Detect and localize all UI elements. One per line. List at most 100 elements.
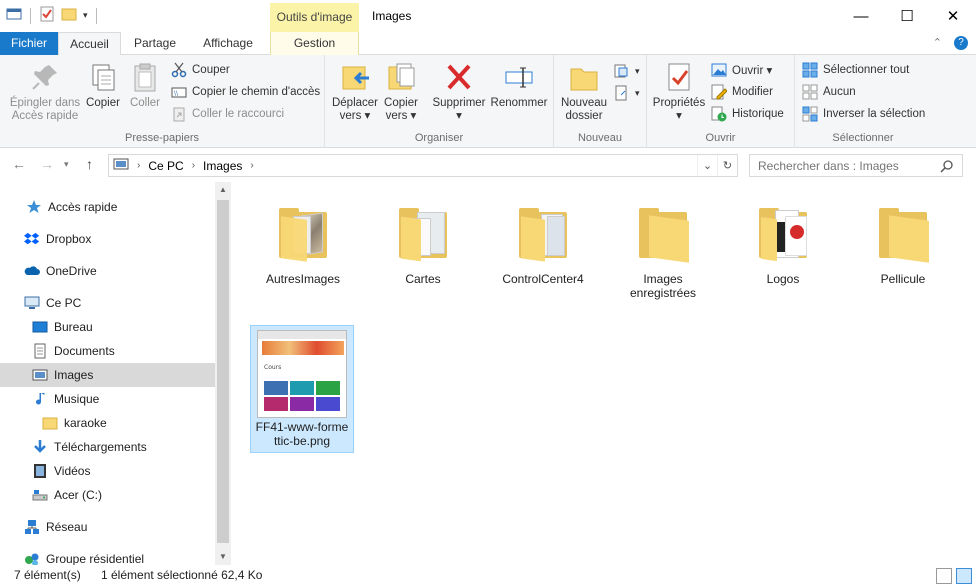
nav-item-videos[interactable]: Vidéos [0, 459, 215, 483]
nav-item-downloads[interactable]: Téléchargements [0, 435, 215, 459]
refresh-icon[interactable]: ↻ [717, 155, 737, 176]
scrollbar-thumb[interactable] [217, 200, 229, 543]
delete-button[interactable]: Supprimer ▾ [429, 61, 489, 123]
large-icons-view-icon[interactable] [956, 568, 972, 584]
file-ff41-png[interactable]: Cours FF41-www-forme ttic-be.png [250, 325, 354, 453]
rename-icon [503, 61, 535, 93]
computer-icon [24, 295, 40, 311]
tab-view[interactable]: Affichage [194, 32, 262, 55]
nav-item-pictures[interactable]: Images [0, 363, 215, 387]
navigation-pane: Accès rapide Dropbox OneDrive Ce PC Bure… [0, 182, 231, 565]
collapse-ribbon-icon[interactable]: ⌃ [933, 36, 942, 50]
properties-qat-icon[interactable] [39, 6, 55, 25]
folder-cartes[interactable]: Cartes [371, 202, 475, 286]
rename-button[interactable]: Renommer [489, 61, 549, 110]
folder-controlcenter4[interactable]: ControlCenter4 [491, 202, 595, 286]
window-icon[interactable] [6, 6, 22, 25]
easy-access-dropdown-icon: ▾ [635, 87, 640, 98]
copy-path-icon: \\ [171, 84, 187, 100]
title-bar: ▾ Outils d'image Images — ☐ ✕ [0, 0, 976, 32]
navigation-pane-scrollbar[interactable]: ▲ ▼ [215, 182, 231, 565]
qat-dropdown-icon[interactable]: ▾ [83, 10, 88, 21]
new-item-icon [614, 63, 630, 79]
paste-button[interactable]: Coller [126, 61, 164, 110]
group-label-clipboard: Presse-papiers [125, 132, 199, 144]
select-all-button[interactable]: Sélectionner tout [802, 60, 909, 80]
scroll-down-icon[interactable]: ▼ [215, 549, 231, 565]
folder-autresimages[interactable]: AutresImages [251, 202, 355, 286]
copy-to-button[interactable]: Copier vers ▾ [379, 61, 423, 123]
nav-item-drive-c[interactable]: Acer (C:) [0, 483, 215, 507]
documents-icon [32, 343, 48, 359]
status-bar: 7 élément(s) 1 élément sélectionné 62,4 … [0, 565, 976, 587]
copy-button[interactable]: Copier [84, 61, 122, 110]
back-arrow-icon[interactable]: ← [12, 156, 26, 172]
invert-selection-icon [802, 106, 818, 122]
open-image-icon [711, 62, 727, 78]
nav-item-karaoke[interactable]: karaoke [0, 411, 215, 435]
tab-manage[interactable]: Gestion [270, 32, 359, 55]
file-name: ControlCenter4 [502, 272, 584, 286]
tab-file[interactable]: Fichier [0, 32, 58, 55]
breadcrumb-images[interactable]: Images [203, 159, 242, 173]
easy-access-button[interactable]: ▾ [614, 83, 640, 103]
minimize-button[interactable]: — [838, 0, 884, 32]
context-tab-header: Outils d'image [270, 3, 359, 32]
edit-button[interactable]: Modifier [711, 82, 773, 102]
invert-selection-button[interactable]: Inverser la sélection [802, 104, 925, 124]
drive-icon [32, 487, 48, 503]
pin-icon [29, 61, 61, 93]
address-history-dropdown-icon[interactable]: ⌄ [697, 155, 717, 176]
new-folder-qat-icon[interactable] [61, 6, 77, 25]
folder-logos[interactable]: Logos [731, 202, 835, 286]
nav-item-this-pc[interactable]: Ce PC [0, 291, 215, 315]
pictures-icon [32, 367, 48, 383]
group-select: Sélectionner tout Aucun Inverser la séle… [795, 55, 931, 148]
scroll-up-icon[interactable]: ▲ [215, 182, 231, 198]
search-input[interactable] [758, 158, 928, 173]
maximize-button[interactable]: ☐ [884, 0, 930, 32]
cut-button[interactable]: Couper [171, 60, 230, 80]
pictures-location-icon [113, 156, 129, 175]
tab-share[interactable]: Partage [126, 32, 184, 55]
search-box[interactable] [749, 154, 963, 177]
address-bar[interactable]: › Ce PC › Images › ⌄ ↻ [108, 154, 738, 177]
new-folder-button[interactable]: Nouveau dossier [558, 61, 610, 123]
up-arrow-icon[interactable]: ↑ [86, 156, 93, 172]
nav-item-documents[interactable]: Documents [0, 339, 215, 363]
breadcrumb-separator-icon: › [250, 160, 254, 171]
nav-item-music[interactable]: Musique [0, 387, 215, 411]
folder-pellicule[interactable]: Pellicule [851, 202, 955, 286]
close-button[interactable]: ✕ [930, 0, 976, 32]
nav-item-dropbox[interactable]: Dropbox [0, 227, 215, 251]
history-button[interactable]: Historique [711, 104, 784, 124]
open-button[interactable]: Ouvrir ▾ [711, 60, 772, 80]
forward-arrow-icon[interactable]: → [40, 156, 54, 172]
nav-item-quick-access[interactable]: Accès rapide [0, 195, 215, 219]
music-icon [32, 391, 48, 407]
delete-icon [443, 61, 475, 93]
tab-home[interactable]: Accueil [58, 32, 121, 56]
details-view-icon[interactable] [936, 568, 952, 584]
paste-shortcut-button[interactable]: Coller le raccourci [171, 104, 284, 124]
search-icon[interactable] [940, 159, 954, 176]
nav-item-onedrive[interactable]: OneDrive [0, 259, 215, 283]
pin-quick-access-button[interactable]: Épingler dans Accès rapide [6, 61, 84, 123]
new-item-button[interactable]: ▾ [614, 61, 640, 81]
nav-item-homegroup[interactable]: Groupe résidentiel [0, 547, 215, 565]
properties-button[interactable]: Propriétés ▾ [651, 61, 707, 123]
nav-item-network[interactable]: Réseau [0, 515, 215, 539]
cloud-icon [24, 263, 40, 279]
homegroup-icon [24, 551, 40, 565]
select-none-button[interactable]: Aucun [802, 82, 856, 102]
copy-path-button[interactable]: \\ Copier le chemin d'accès [171, 82, 320, 102]
group-new: Nouveau dossier ▾ ▾ Nouveau [554, 55, 647, 148]
folder-images-enregistrees[interactable]: Images enregistrées [611, 202, 715, 300]
file-name: Pellicule [880, 272, 926, 286]
breadcrumb-this-pc[interactable]: Ce PC [148, 159, 183, 173]
nav-item-desktop[interactable]: Bureau [0, 315, 215, 339]
recent-locations-icon[interactable]: ▾ [64, 159, 69, 170]
move-to-button[interactable]: Déplacer vers ▾ [329, 61, 381, 123]
image-thumbnail: Cours [257, 330, 347, 418]
help-icon[interactable]: ? [954, 36, 968, 50]
